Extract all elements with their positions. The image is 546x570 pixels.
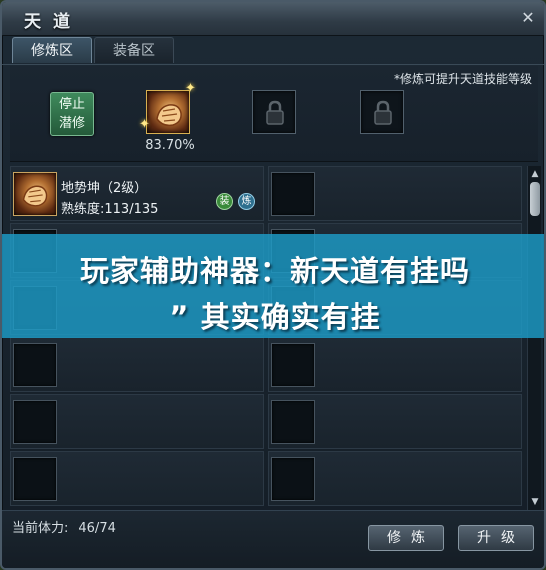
stamina-value: 46/74: [78, 521, 116, 536]
headline-banner: 玩家辅助神器：新天道有挂吗 ” 其实确实有挂: [2, 234, 544, 338]
tab-divider: [2, 64, 544, 65]
skill-list-scrollbar[interactable]: ▲ ▼: [527, 166, 541, 510]
headline-line2: ” 其实确实有挂: [169, 300, 381, 334]
cultivation-progress: 83.70%: [145, 138, 195, 153]
skill-name: 地势坤（2级）: [61, 181, 148, 196]
train-badge[interactable]: 炼: [238, 193, 255, 210]
empty-skill-cell[interactable]: [10, 394, 264, 449]
list-row: 地势坤（2级） 熟练度:113/135 装 炼: [10, 166, 522, 223]
empty-skill-slot[interactable]: [13, 400, 57, 444]
upgrade-button[interactable]: 升级: [458, 525, 534, 551]
headline-line1: 玩家辅助神器：新天道有挂吗: [79, 254, 470, 288]
close-icon[interactable]: ✕: [520, 10, 536, 26]
active-cultivation-slot[interactable]: ✦ ✦: [139, 81, 196, 134]
skill-cell[interactable]: 地势坤（2级） 熟练度:113/135 装 炼: [10, 166, 264, 221]
empty-skill-cell[interactable]: [268, 166, 522, 221]
stamina-label: 当前体力:: [12, 521, 69, 536]
stop-button-line2: 潜修: [58, 116, 85, 131]
scroll-thumb[interactable]: [530, 182, 540, 216]
tiandao-window: 天道 ✕ 修炼区 装备区 *修炼可提升天道技能等级 停止 潜修 ✦ ✦ 83.7…: [0, 0, 546, 570]
empty-skill-cell[interactable]: [268, 394, 522, 449]
list-row: [10, 451, 522, 508]
locked-cultivation-slot[interactable]: [252, 90, 296, 134]
scroll-down-icon[interactable]: ▼: [529, 496, 541, 508]
lock-icon: [374, 100, 392, 125]
stop-cultivation-button[interactable]: 停止 潜修: [50, 92, 94, 136]
stamina-display: 当前体力: 46/74: [12, 517, 116, 536]
empty-skill-slot[interactable]: [271, 400, 315, 444]
empty-skill-cell[interactable]: [268, 451, 522, 506]
sparkle-icon: ✦: [185, 81, 196, 96]
title-bar[interactable]: 天道 ✕: [2, 2, 544, 36]
empty-skill-slot[interactable]: [271, 343, 315, 387]
list-row: [10, 337, 522, 394]
empty-skill-slot[interactable]: [271, 457, 315, 501]
fist-skill-icon: [22, 185, 48, 207]
train-button[interactable]: 修炼: [368, 525, 444, 551]
tab-equipment-area[interactable]: 装备区: [94, 37, 174, 63]
tab-training-area[interactable]: 修炼区: [12, 37, 92, 63]
window-title: 天道: [24, 12, 82, 32]
hint-text: *修炼可提升天道技能等级: [393, 72, 532, 86]
empty-skill-slot[interactable]: [13, 457, 57, 501]
empty-skill-cell[interactable]: [268, 337, 522, 392]
scroll-up-icon[interactable]: ▲: [529, 168, 541, 180]
skill-proficiency: 熟练度:113/135: [61, 202, 159, 217]
list-row: [10, 394, 522, 451]
empty-skill-cell[interactable]: [10, 451, 264, 506]
tab-bar: 修炼区 装备区: [12, 36, 538, 66]
bottom-bar: 当前体力: 46/74 修炼 升级: [2, 510, 544, 568]
sparkle-icon: ✦: [139, 117, 150, 132]
empty-skill-slot[interactable]: [13, 343, 57, 387]
skill-icon[interactable]: [13, 172, 57, 216]
locked-cultivation-slot[interactable]: [360, 90, 404, 134]
stop-button-line1: 停止: [58, 97, 85, 112]
lock-icon: [266, 100, 284, 125]
equip-badge[interactable]: 装: [216, 193, 233, 210]
empty-skill-slot[interactable]: [271, 172, 315, 216]
empty-skill-cell[interactable]: [10, 337, 264, 392]
fist-skill-icon: [156, 104, 182, 127]
cultivation-panel: *修炼可提升天道技能等级 停止 潜修 ✦ ✦ 83.70%: [10, 66, 538, 162]
